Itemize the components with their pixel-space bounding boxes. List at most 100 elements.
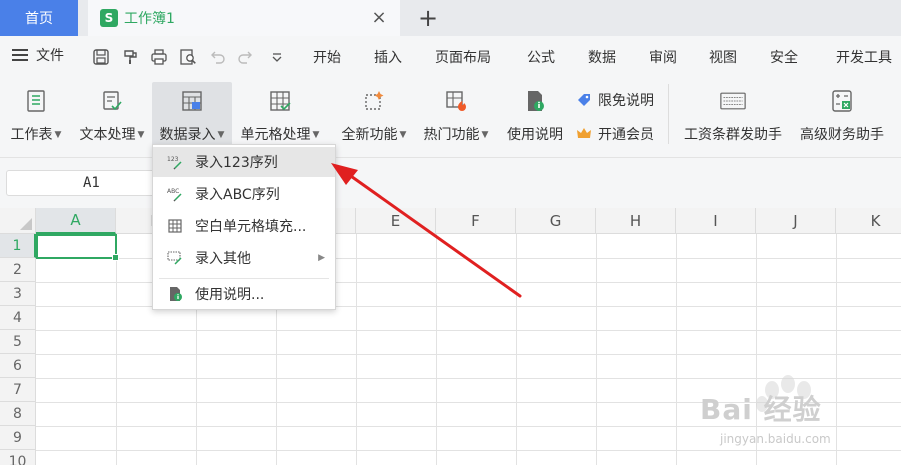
menu-item-security[interactable]: 安全 [770, 47, 798, 67]
chevron-down-icon: ▼ [481, 130, 489, 140]
input-other-icon [165, 248, 185, 268]
menu-item-label: 使用说明... [195, 287, 265, 303]
chevron-down-icon: ▼ [312, 130, 320, 140]
watermark-text: Bai 经验 [700, 393, 822, 426]
popular-features-label: 热门功能 [423, 127, 480, 143]
file-menu-button[interactable]: 文件 [12, 45, 64, 65]
text-processing-button[interactable]: 文本处理 ▼ [72, 82, 152, 146]
finance-assistant-label: 高级财务助手 [800, 127, 884, 143]
add-tab-icon[interactable]: + [414, 4, 442, 32]
column-header-e[interactable]: E [356, 208, 436, 234]
disclaimer-label: 限免说明 [598, 93, 654, 109]
row-header-8[interactable]: 8 [0, 402, 36, 426]
menu-item-data[interactable]: 数据 [588, 47, 616, 67]
menu-item-page-layout[interactable]: 页面布局 [435, 47, 491, 67]
worksheet-button[interactable]: 工作表 ▼ [4, 82, 68, 146]
menu-item-label: 录入ABC序列 [195, 187, 280, 203]
number-sequence-icon: 123 [165, 152, 185, 172]
column-header-k[interactable]: K [836, 208, 901, 234]
tab-title: 工作簿1 [124, 11, 175, 27]
grid-line [596, 234, 597, 465]
icon-glyph: 123 [167, 156, 179, 163]
menu-item-label: 录入123序列 [195, 155, 278, 171]
grid-line [356, 234, 357, 465]
cell-processing-label: 单元格处理 [240, 127, 311, 143]
tab-workbook[interactable]: S 工作簿1 × [88, 0, 400, 36]
redo-icon[interactable] [235, 46, 257, 68]
tab-home[interactable]: 首页 [0, 0, 78, 36]
save-icon[interactable] [90, 46, 112, 68]
usage-guide-button[interactable]: 使用说明 [500, 82, 570, 146]
undo-icon[interactable] [206, 46, 228, 68]
column-header-i[interactable]: I [676, 208, 756, 234]
select-all-corner[interactable] [0, 208, 36, 234]
text-processing-label: 文本处理 [79, 127, 136, 143]
row-header-1[interactable]: 1 [0, 234, 36, 258]
popular-features-button[interactable]: 热门功能 ▼ [416, 82, 496, 146]
row-header-2[interactable]: 2 [0, 258, 36, 282]
menu-bar: 文件 开始 插入 页面布局 公式 数据 审阅 视图 安全 开发工具 [0, 36, 901, 78]
chevron-down-icon: ▼ [54, 130, 62, 140]
column-header-j[interactable]: J [756, 208, 836, 234]
row-header-4[interactable]: 4 [0, 306, 36, 330]
new-features-label: 全新功能 [341, 127, 398, 143]
new-features-button[interactable]: 全新功能 ▼ [334, 82, 414, 146]
customize-toolbar-icon[interactable] [266, 46, 288, 68]
menu-item-enter-abc-sequence[interactable]: ABC 录入ABC序列 [153, 179, 335, 209]
tag-icon [578, 94, 590, 106]
menu-item-usage-guide[interactable]: 使用说明... [153, 279, 335, 309]
row-header-7[interactable]: 7 [0, 378, 36, 402]
grid-icon [165, 216, 185, 236]
menu-item-start[interactable]: 开始 [313, 47, 341, 67]
row-header-10[interactable]: 10 [0, 450, 36, 465]
formula-bar: A1 [0, 158, 901, 208]
grid-line [36, 330, 901, 331]
finance-assistant-button[interactable]: 高级财务助手 [794, 82, 890, 146]
print-preview-icon[interactable] [177, 46, 199, 68]
worksheet-icon [23, 88, 49, 114]
menu-item-developer[interactable]: 开发工具 [836, 47, 892, 67]
grid-line [516, 234, 517, 465]
row-header-6[interactable]: 6 [0, 354, 36, 378]
active-cell-a1[interactable] [36, 234, 119, 261]
close-icon[interactable]: × [368, 6, 390, 28]
watermark-url: jingyan.baidu.com [720, 432, 831, 446]
ribbon: 工作表 ▼ 文本处理 ▼ 数据录入 ▼ 单元格处理 ▼ 全新功能 ▼ 热门功能 ▼ 使用 [0, 78, 901, 158]
disclaimer-link[interactable]: 限免说明 [576, 90, 654, 110]
letter-sequence-icon: ABC [165, 184, 185, 204]
data-entry-button[interactable]: 数据录入 ▼ [152, 82, 232, 146]
column-header-a[interactable]: A [36, 208, 116, 234]
column-header-g[interactable]: G [516, 208, 596, 234]
column-header-h[interactable]: H [596, 208, 676, 234]
icon-glyph: ABC [167, 188, 179, 195]
hamburger-icon [12, 49, 28, 61]
menu-item-label: 录入其他 [195, 251, 251, 267]
grid-line [676, 234, 677, 465]
row-header-5[interactable]: 5 [0, 330, 36, 354]
menu-item-review[interactable]: 审阅 [649, 47, 677, 67]
print-icon[interactable] [148, 46, 170, 68]
row-header-9[interactable]: 9 [0, 426, 36, 450]
vip-link[interactable]: 开通会员 [576, 124, 654, 144]
row-header-3[interactable]: 3 [0, 282, 36, 306]
cell-processing-icon [267, 88, 293, 114]
vip-label: 开通会员 [598, 127, 654, 143]
usage-guide-label: 使用说明 [507, 127, 563, 143]
grid-line [116, 234, 117, 465]
cell-processing-button[interactable]: 单元格处理 ▼ [235, 82, 325, 146]
menu-item-formulas[interactable]: 公式 [527, 47, 555, 67]
payroll-assistant-button[interactable]: 工资条群发助手 [676, 82, 790, 146]
menu-item-view[interactable]: 视图 [709, 47, 737, 67]
menu-item-fill-blank-cells[interactable]: 空白单元格填充... [153, 211, 335, 241]
name-box[interactable]: A1 [6, 170, 156, 196]
popular-features-icon [443, 88, 469, 114]
menu-item-enter-123-sequence[interactable]: 123 录入123序列 [153, 147, 335, 177]
crown-icon [577, 128, 591, 138]
menu-item-insert[interactable]: 插入 [374, 47, 402, 67]
format-painter-icon[interactable] [119, 46, 141, 68]
menu-item-enter-other[interactable]: 录入其他 ▶ [153, 243, 335, 273]
chevron-down-icon: ▼ [137, 130, 145, 140]
column-header-f[interactable]: F [436, 208, 516, 234]
chevron-down-icon: ▼ [217, 130, 225, 140]
file-menu-label: 文件 [36, 48, 64, 64]
